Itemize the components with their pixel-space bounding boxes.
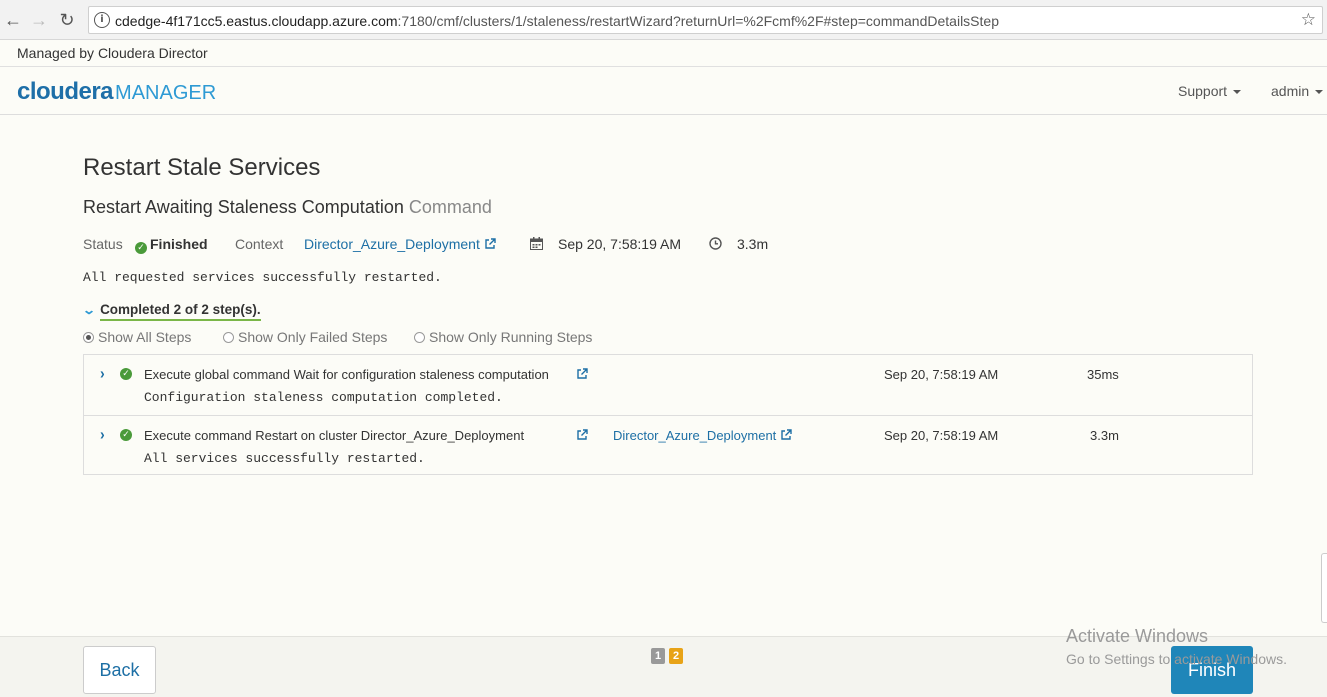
radio-unselected xyxy=(223,332,234,343)
browser-toolbar: ← → ↻ i cdedge-4f171cc5.eastus.cloudapp.… xyxy=(0,0,1327,40)
url-path: :7180/cmf/clusters/1/staleness/restartWi… xyxy=(397,13,999,29)
steps-summary-toggle[interactable]: ⌄ Completed 2 of 2 step(s). xyxy=(81,302,261,321)
duration: 3.3m xyxy=(737,236,769,252)
success-check-icon: ✓ xyxy=(120,368,132,380)
command-suffix: Command xyxy=(408,197,492,217)
step-row: › ✓ Execute global command Wait for conf… xyxy=(84,355,1252,415)
logo-product: MANAGER xyxy=(115,82,217,104)
chevron-right-icon[interactable]: › xyxy=(100,364,105,382)
filter-show-all[interactable]: Show All Steps xyxy=(83,329,191,345)
caret-down-icon xyxy=(1315,90,1324,95)
step-row: › ✓ Execute command Restart on cluster D… xyxy=(84,415,1252,475)
address-bar[interactable]: i cdedge-4f171cc5.eastus.cloudapp.azure.… xyxy=(88,6,1323,34)
status-value: Finished xyxy=(150,236,208,252)
step-time: Sep 20, 7:58:19 AM xyxy=(884,367,999,382)
wizard-step-1[interactable]: 1 xyxy=(651,648,665,664)
context-link-text: Director_Azure_Deployment xyxy=(304,236,480,252)
command-result-message: All requested services successfully rest… xyxy=(83,270,442,285)
command-title: Restart Awaiting Staleness Computation C… xyxy=(83,197,492,218)
clock-icon xyxy=(709,237,722,253)
filter-running-only[interactable]: Show Only Running Steps xyxy=(414,329,592,345)
activate-windows-title: Activate Windows xyxy=(1066,626,1209,646)
support-menu[interactable]: Support xyxy=(1178,83,1242,99)
context-link[interactable]: Director_Azure_Deployment xyxy=(304,236,496,252)
status-label: Status xyxy=(83,236,123,252)
radio-selected xyxy=(83,332,94,343)
step-time: Sep 20, 7:58:19 AM xyxy=(884,428,999,443)
step-message: All services successfully restarted. xyxy=(144,451,425,466)
url-host: cdedge-4f171cc5.eastus.cloudapp.azure.co… xyxy=(115,13,398,29)
external-link-icon[interactable] xyxy=(576,367,588,385)
external-link-icon xyxy=(781,429,792,440)
status-check-icon: ✓ xyxy=(135,237,147,254)
url-text[interactable]: cdedge-4f171cc5.eastus.cloudapp.azure.co… xyxy=(115,13,999,29)
step-name: Execute command Restart on cluster Direc… xyxy=(144,428,525,443)
steps-summary-text: Completed 2 of 2 step(s). xyxy=(100,302,261,321)
step-context-link[interactable]: Director_Azure_Deployment xyxy=(613,428,792,443)
filter-label: Show Only Failed Steps xyxy=(238,329,388,345)
caret-down-icon xyxy=(1233,90,1242,95)
page-title: Restart Stale Services xyxy=(83,154,321,181)
step-duration: 3.3m xyxy=(1090,428,1119,443)
cloudera-manager-logo[interactable]: cloudera MANAGER xyxy=(17,78,216,106)
managed-banner: Managed by Cloudera Director xyxy=(0,40,1327,67)
user-menu[interactable]: admin xyxy=(1271,83,1324,99)
back-arrow-icon[interactable]: ← xyxy=(2,9,24,31)
context-label: Context xyxy=(235,236,284,252)
step-context-text: Director_Azure_Deployment xyxy=(613,428,777,443)
calendar-icon xyxy=(530,237,543,253)
info-icon[interactable]: i xyxy=(94,12,110,28)
steps-table: › ✓ Execute global command Wait for conf… xyxy=(83,354,1253,475)
external-link-icon[interactable] xyxy=(576,428,588,446)
back-button[interactable]: Back xyxy=(83,646,156,694)
reload-icon[interactable]: ↻ xyxy=(56,9,78,31)
chevron-down-icon: ⌄ xyxy=(81,303,97,317)
filter-label: Show All Steps xyxy=(98,329,192,345)
feedback-tab[interactable] xyxy=(1321,553,1327,623)
filter-label: Show Only Running Steps xyxy=(429,329,593,345)
activate-windows-subtitle: Go to Settings to activate Windows. xyxy=(1066,651,1287,667)
success-check-icon: ✓ xyxy=(120,429,132,441)
radio-unselected xyxy=(414,332,425,343)
filter-failed-only[interactable]: Show Only Failed Steps xyxy=(223,329,387,345)
bookmark-star-icon[interactable]: ☆ xyxy=(1301,10,1316,30)
start-time: Sep 20, 7:58:19 AM xyxy=(558,236,681,252)
step-message: Configuration staleness computation comp… xyxy=(144,390,503,405)
step-duration: 35ms xyxy=(1087,367,1119,382)
step-name: Execute global command Wait for configur… xyxy=(144,367,549,382)
chevron-right-icon[interactable]: › xyxy=(100,425,105,443)
wizard-step-2-current: 2 xyxy=(669,648,683,664)
command-name: Restart Awaiting Staleness Computation xyxy=(83,197,404,217)
external-link-icon xyxy=(485,238,496,249)
app-header: cloudera MANAGER Support admin xyxy=(0,67,1327,115)
support-label: Support xyxy=(1178,83,1228,99)
user-label: admin xyxy=(1271,83,1310,99)
forward-arrow-icon[interactable]: → xyxy=(28,9,50,31)
managed-by-text: Managed by Cloudera Director xyxy=(17,45,208,61)
logo-brand: cloudera xyxy=(17,78,114,105)
